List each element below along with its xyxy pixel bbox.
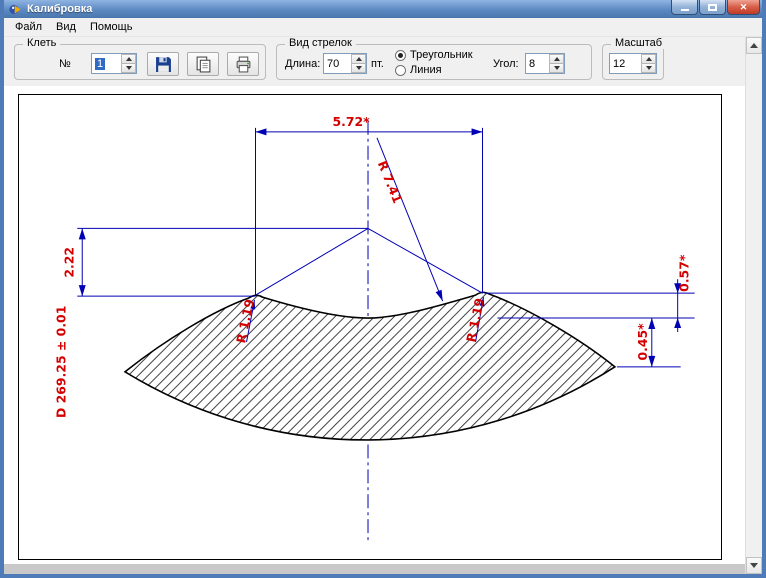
arrow-angle-value: 8 — [529, 57, 536, 70]
arrow-angle-label: Угол: — [493, 58, 519, 70]
copy-icon — [196, 56, 210, 72]
caliber-drawing: 5.72* R 7.41 2.22 0.57* 0.45* D 269.25 ±… — [53, 114, 695, 545]
app-window: Калибровка Файл Вид Помощь Клеть № 1 — [0, 0, 766, 578]
dim-right-lower: 0.45* — [635, 323, 650, 361]
arrow-length-up-button[interactable] — [351, 54, 366, 64]
caption-buttons — [671, 0, 762, 18]
scroll-down-button[interactable] — [746, 557, 762, 574]
arrow-length-spinedit[interactable]: 70 — [323, 53, 367, 74]
arrow-up-icon — [750, 43, 758, 48]
arrow-length-spinner — [351, 54, 366, 73]
spin-down-icon — [355, 66, 362, 70]
stand-number-spinner — [121, 54, 136, 73]
arrow-triangle-radio-row[interactable]: Треугольник — [395, 49, 473, 61]
arrow-angle-down-button[interactable] — [549, 64, 564, 73]
spin-up-icon — [645, 57, 652, 61]
dim-diameter: D 269.25 ± 0.01 — [53, 306, 68, 418]
minimize-icon — [680, 9, 689, 11]
arrow-down-icon — [750, 563, 758, 568]
scrollbar-track[interactable] — [746, 54, 762, 557]
arrow-line-radio-row[interactable]: Линия — [395, 64, 442, 76]
menu-item-help[interactable]: Помощь — [83, 19, 140, 35]
triangle-radio-label: Треугольник — [410, 49, 473, 61]
save-icon — [155, 56, 171, 72]
stand-groupbox: Клеть № 1 — [14, 37, 266, 80]
menu-item-view[interactable]: Вид — [49, 19, 83, 35]
dim-radius-main: R 7.41 — [375, 158, 406, 205]
spin-up-icon — [553, 57, 560, 61]
print-icon — [236, 56, 250, 72]
stand-number-value: 1 — [95, 57, 106, 70]
arrow-style-groupbox: Вид стрелок Длина: 70 пт. Треугольник Ли… — [276, 37, 592, 80]
app-icon — [9, 4, 21, 14]
stand-number-down-button[interactable] — [121, 64, 136, 73]
scale-group-caption: Масштаб — [611, 37, 667, 49]
arrow-length-label: Длина: — [285, 58, 321, 70]
arrow-length-down-button[interactable] — [351, 64, 366, 73]
spin-down-icon — [553, 66, 560, 70]
scale-value: 12 — [613, 57, 626, 70]
scale-spinner — [641, 54, 656, 73]
scale-field[interactable]: 12 — [610, 54, 641, 73]
stand-number-spinedit[interactable]: 1 — [91, 53, 137, 74]
arrow-length-value: 70 — [327, 57, 340, 70]
arrow-length-field[interactable]: 70 — [324, 54, 351, 73]
arrow-angle-field[interactable]: 8 — [526, 54, 549, 73]
scale-up-button[interactable] — [641, 54, 656, 64]
maximize-icon — [708, 3, 717, 11]
client-area: Клеть № 1 Вид стрелок Длина: 70 пт. Треу… — [4, 37, 745, 574]
close-button[interactable] — [727, 0, 760, 15]
menubar: Файл Вид Помощь — [4, 18, 762, 37]
minimize-button[interactable] — [671, 0, 698, 15]
line-radio-button[interactable] — [395, 64, 406, 76]
scroll-up-button[interactable] — [746, 37, 762, 54]
dim-depth: 2.22 — [61, 247, 76, 278]
arrow-style-group-caption: Вид стрелок — [285, 37, 356, 49]
scale-spinedit[interactable]: 12 — [609, 53, 657, 74]
copy-button[interactable] — [187, 52, 219, 76]
scale-groupbox: Масштаб 12 — [602, 37, 667, 80]
spin-up-icon — [125, 57, 132, 61]
stand-number-field[interactable]: 1 — [92, 54, 121, 73]
window-title: Калибровка — [27, 3, 93, 15]
print-button[interactable] — [227, 52, 259, 76]
drawing-canvas[interactable]: 5.72* R 7.41 2.22 0.57* 0.45* D 269.25 ±… — [18, 94, 722, 560]
arrow-angle-up-button[interactable] — [549, 54, 564, 64]
spin-down-icon — [645, 66, 652, 70]
arrow-angle-spinner — [549, 54, 564, 73]
canvas-area: 5.72* R 7.41 2.22 0.57* 0.45* D 269.25 ±… — [4, 86, 745, 574]
vertical-scrollbar[interactable] — [745, 37, 762, 574]
toolbar: Клеть № 1 Вид стрелок Длина: 70 пт. Треу… — [4, 37, 745, 86]
client-body: Клеть № 1 Вид стрелок Длина: 70 пт. Треу… — [4, 37, 762, 574]
arrow-length-unit-label: пт. — [371, 58, 384, 70]
stand-number-label: № — [59, 58, 71, 70]
arrow-angle-spinedit[interactable]: 8 — [525, 53, 565, 74]
scale-down-button[interactable] — [641, 64, 656, 73]
save-button[interactable] — [147, 52, 179, 76]
titlebar[interactable]: Калибровка — [4, 0, 762, 18]
stand-number-up-button[interactable] — [121, 54, 136, 64]
menu-item-file[interactable]: Файл — [8, 19, 49, 35]
close-icon — [740, 1, 748, 13]
line-radio-label: Линия — [410, 64, 442, 76]
roll-profile — [123, 291, 617, 441]
stand-group-caption: Клеть — [23, 37, 61, 49]
dim-top-width: 5.72* — [332, 114, 370, 129]
dim-right-upper: 0.57* — [677, 254, 692, 292]
spin-down-icon — [125, 66, 132, 70]
spin-up-icon — [355, 57, 362, 61]
triangle-radio-button[interactable] — [395, 49, 406, 61]
maximize-button[interactable] — [699, 0, 726, 15]
bottom-strip — [4, 564, 745, 574]
